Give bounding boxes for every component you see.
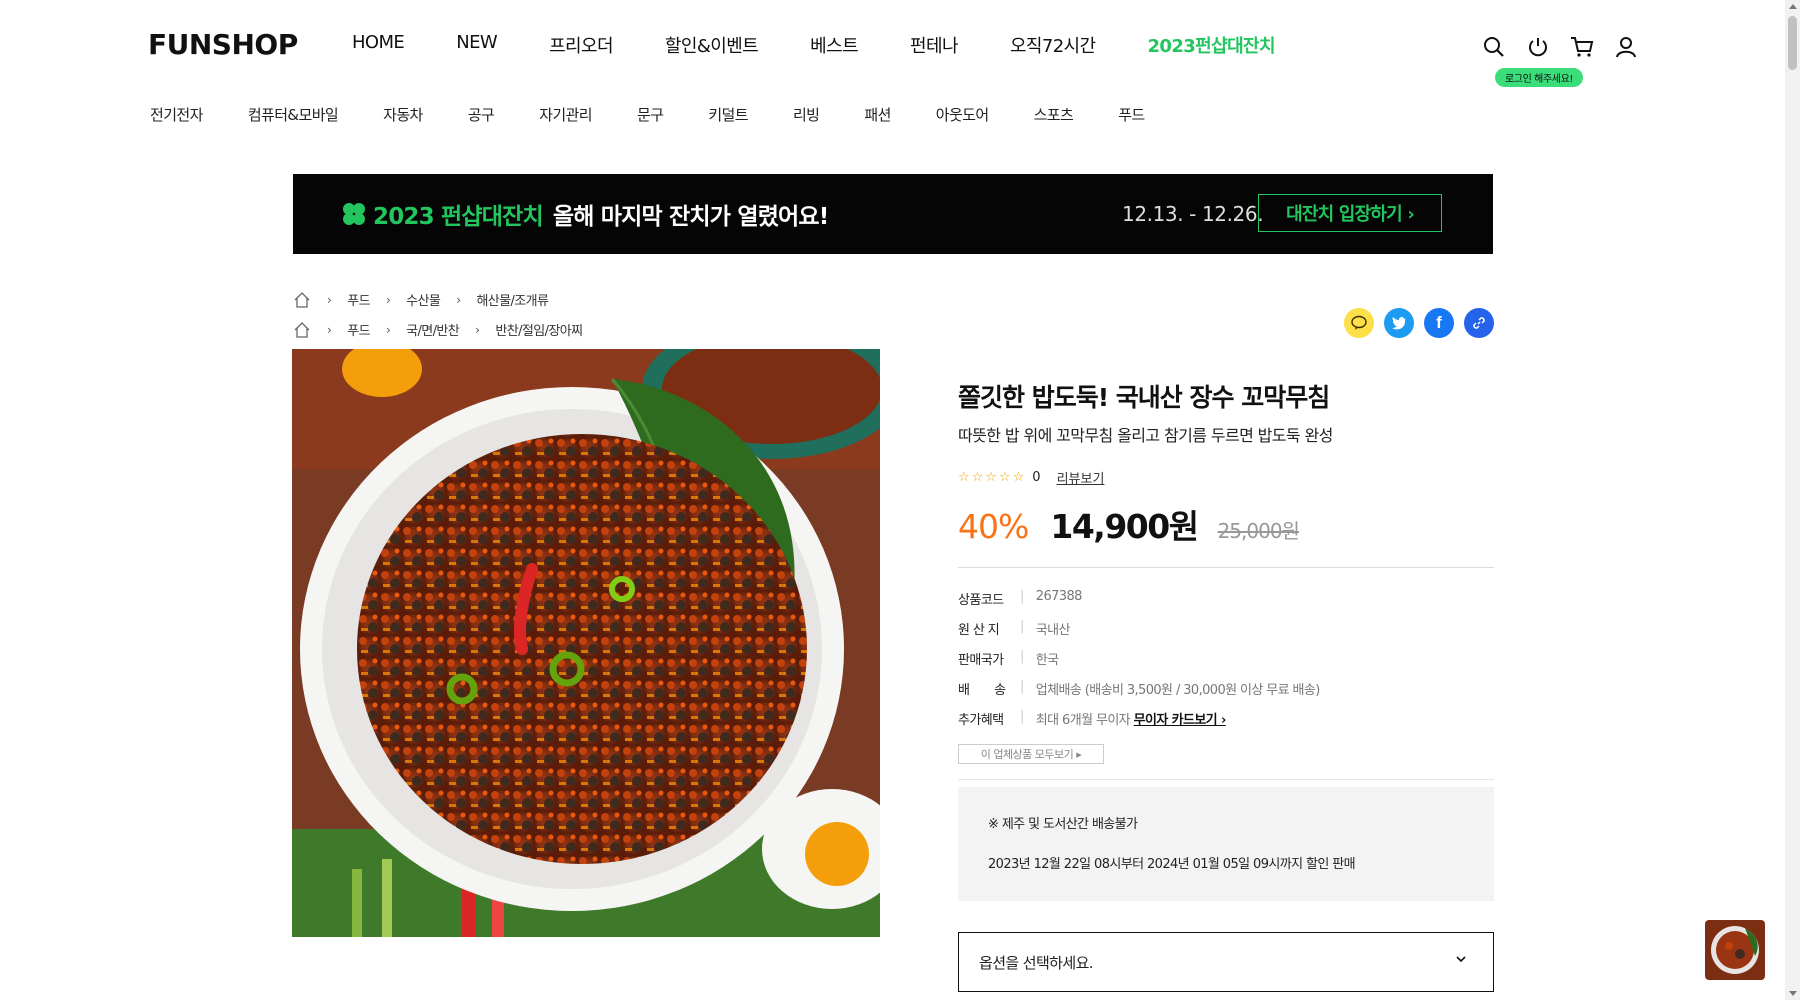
divider	[958, 567, 1494, 568]
review-link[interactable]: 리뷰보기	[1057, 468, 1105, 487]
spec-shipping: 배 송 | 업체배송 (배송비 3,500원 / 30,000원 이상 무료 배송…	[958, 679, 1320, 698]
spec-value: 한국	[1035, 653, 1059, 668]
cat-living[interactable]: 리빙	[793, 104, 820, 125]
power-icon[interactable]	[1526, 34, 1550, 60]
scroll-up-icon[interactable]	[1789, 4, 1797, 9]
original-price: 25,000원	[1217, 519, 1300, 543]
chevron-right-icon: ›	[456, 292, 461, 307]
product-image[interactable]	[292, 349, 880, 937]
scroll-down-icon[interactable]	[1789, 991, 1797, 996]
chevron-right-icon: ›	[385, 322, 391, 337]
breadcrumb-item[interactable]: 국/면/반찬	[406, 320, 460, 339]
login-badge[interactable]: 로그인 해주세요!	[1495, 68, 1583, 87]
nav-sale-event[interactable]: 할인&이벤트	[665, 32, 759, 58]
kakao-share-icon[interactable]	[1344, 308, 1374, 338]
option-select[interactable]: 옵션을 선택하세요.	[958, 932, 1494, 992]
breadcrumb-item[interactable]: 수산물	[406, 290, 441, 309]
sale-price: 14,900원	[1050, 507, 1199, 546]
rating: ☆☆☆☆☆ 0 리뷰보기	[958, 468, 1104, 487]
product-subtitle: 따뜻한 밥 위에 꼬막무침 올리고 참기름 두르면 밥도둑 완성	[958, 426, 1333, 445]
facebook-share-icon[interactable]: f	[1424, 308, 1454, 338]
breadcrumb-item[interactable]: 반찬/절임/장아찌	[495, 320, 583, 339]
breadcrumb: › 푸드 › 수산물 › 해산물/조개류	[293, 290, 549, 309]
nav-new[interactable]: NEW	[456, 32, 497, 58]
discount-rate: 40%	[958, 507, 1029, 546]
home-icon[interactable]	[293, 291, 311, 309]
spec-product-code: 상품코드 | 267388	[958, 589, 1082, 608]
chevron-right-icon: ›	[385, 292, 391, 307]
spec-origin: 원 산 지 | 국내산	[958, 619, 1070, 638]
utility-icons	[1482, 34, 1638, 60]
notice-sale-period: 2023년 12월 22일 08시부터 2024년 01월 05일 09시까지 …	[988, 857, 1356, 872]
star-icons: ☆☆☆☆☆	[958, 470, 1027, 485]
cat-fashion[interactable]: 패션	[864, 104, 891, 125]
search-icon[interactable]	[1482, 34, 1506, 60]
chevron-right-icon: ›	[327, 292, 332, 307]
twitter-share-icon[interactable]	[1384, 308, 1414, 338]
breadcrumb-item[interactable]: 푸드	[347, 290, 370, 309]
user-icon[interactable]	[1614, 34, 1638, 60]
option-placeholder: 옵션을 선택하세요.	[979, 953, 1094, 972]
nav-best[interactable]: 베스트	[810, 32, 858, 58]
share-buttons: f	[1344, 308, 1494, 338]
seller-all-products-button[interactable]: 이 업체상품 모두보기 ▸	[958, 744, 1104, 764]
scroll-thumb[interactable]	[1788, 16, 1797, 70]
chevron-right-icon: ›	[327, 322, 332, 337]
category-nav: 전기전자 컴퓨터&모바일 자동차 공구 자기관리 문구 키덜트 리빙 패션 아웃…	[150, 104, 1190, 125]
cat-tools[interactable]: 공구	[468, 104, 495, 125]
home-icon[interactable]	[293, 321, 311, 339]
recent-product-thumbnail[interactable]	[1705, 920, 1765, 980]
spec-benefit: 추가혜택 | 최대 6개월 무이자 무이자 카드보기 ›	[958, 709, 1226, 728]
cat-car[interactable]: 자동차	[383, 104, 423, 125]
clover-icon	[343, 203, 365, 225]
notice-shipping: ※ 제주 및 도서산간 배송불가	[988, 817, 1138, 832]
chevron-right-icon: ›	[475, 322, 480, 337]
spec-label: 판매국가	[958, 653, 1004, 668]
nav-festival[interactable]: 2023펀샵대잔치	[1147, 32, 1275, 58]
cat-electronics[interactable]: 전기전자	[150, 104, 203, 125]
breadcrumb-item[interactable]: 해산물/조개류	[476, 290, 549, 309]
spec-country: 판매국가 | 한국	[958, 649, 1059, 668]
breadcrumb-item[interactable]: 푸드	[347, 320, 370, 339]
nav-home[interactable]: HOME	[352, 32, 405, 58]
banner-enter-button[interactable]: 대잔치 입장하기 ›	[1258, 194, 1442, 232]
spec-value: 최대 6개월 무이자	[1035, 713, 1131, 728]
spec-label: 배 송	[958, 683, 1006, 698]
nav-preorder[interactable]: 프리오더	[549, 32, 613, 58]
spec-label: 원 산 지	[958, 623, 1000, 638]
logo[interactable]: FUNSHOP	[148, 28, 298, 61]
cart-icon[interactable]	[1570, 34, 1594, 60]
cat-sports[interactable]: 스포츠	[1034, 104, 1074, 125]
review-count: 0	[1032, 470, 1041, 485]
cat-stationery[interactable]: 문구	[637, 104, 664, 125]
banner-date: 12.13. - 12.26.	[1122, 202, 1264, 226]
scrollbar[interactable]	[1785, 0, 1800, 1000]
festival-banner[interactable]: 2023 펀샵대잔치 올해 마지막 잔치가 열렸어요! 12.13. - 12.…	[293, 174, 1493, 254]
price-block: 40% 14,900원 25,000원	[958, 500, 1300, 548]
product-title: 쫄깃한 밥도둑! 국내산 장수 꼬막무침	[958, 383, 1330, 412]
spec-value: 업체배송 (배송비 3,500원 / 30,000원 이상 무료 배송)	[1035, 683, 1321, 698]
nav-only72h[interactable]: 오직72시간	[1010, 32, 1096, 58]
chevron-down-icon	[1456, 956, 1466, 963]
spec-value: 267388	[1035, 589, 1083, 604]
spec-label: 상품코드	[958, 593, 1004, 608]
breadcrumb: › 푸드 › 국/면/반찬 › 반찬/절임/장아찌	[293, 320, 583, 339]
divider	[958, 779, 1494, 780]
banner-text: 올해 마지막 잔치가 열렸어요!	[552, 204, 829, 230]
cat-outdoor[interactable]: 아웃도어	[936, 104, 989, 125]
notice-box: ※ 제주 및 도서산간 배송불가 2023년 12월 22일 08시부터 202…	[958, 787, 1494, 901]
nav-funtena[interactable]: 펀테나	[910, 32, 958, 58]
main-nav: HOME NEW 프리오더 할인&이벤트 베스트 펀테나 오직72시간 2023…	[352, 32, 1327, 58]
cat-food[interactable]: 푸드	[1118, 104, 1145, 125]
cat-kidult[interactable]: 키덜트	[708, 104, 748, 125]
cat-computer-mobile[interactable]: 컴퓨터&모바일	[248, 104, 339, 125]
spec-value: 국내산	[1035, 623, 1071, 638]
banner-title: 2023 펀샵대잔치	[373, 204, 544, 230]
installment-card-link[interactable]: 무이자 카드보기 ›	[1134, 713, 1227, 728]
cat-selfcare[interactable]: 자기관리	[539, 104, 592, 125]
spec-label: 추가혜택	[958, 713, 1004, 728]
link-copy-icon[interactable]	[1464, 308, 1494, 338]
